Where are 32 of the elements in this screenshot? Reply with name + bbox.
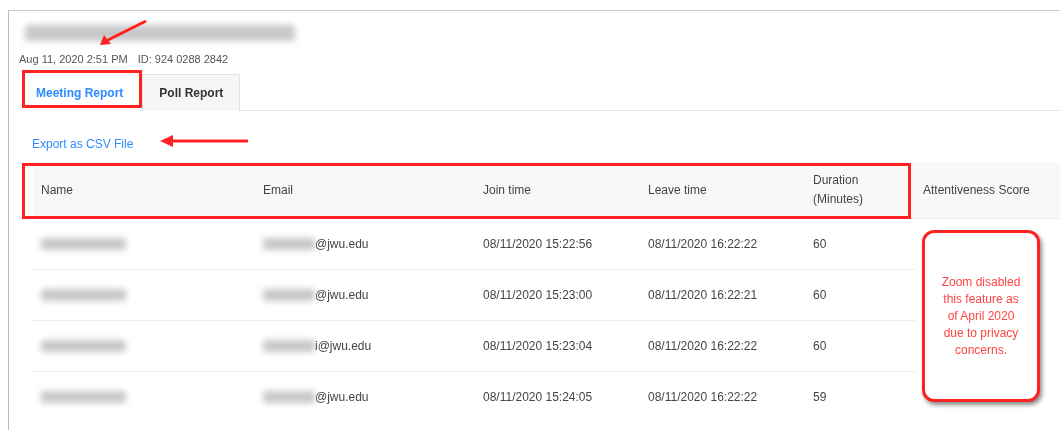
leave-time-cell: 08/11/2020 16:22:22	[648, 237, 758, 251]
column-header: Name	[41, 183, 73, 197]
join-time-cell: 08/11/2020 15:24:05	[483, 390, 593, 404]
email-cell: @jwu.edu	[315, 237, 369, 251]
export-link[interactable]: Export as CSV File	[32, 137, 134, 151]
duration-cell: 59	[813, 390, 827, 404]
join-time-cell: 08/11/2020 15:22:56	[483, 237, 593, 251]
blurred-text	[263, 391, 315, 403]
email-cell: i@jwu.edu	[315, 339, 372, 353]
duration-cell: 60	[813, 339, 827, 353]
blurred-text	[263, 238, 315, 250]
meeting-date: Aug 11, 2020 2:51 PM	[19, 53, 128, 65]
leave-time-cell: 08/11/2020 16:22:21	[648, 288, 758, 302]
blurred-text	[263, 340, 315, 352]
duration-cell: 60	[813, 237, 827, 251]
email-cell: @jwu.edu	[315, 288, 369, 302]
email-cell: @jwu.edu	[315, 390, 369, 404]
column-header: Join time	[483, 183, 532, 197]
arrow	[100, 19, 147, 45]
callout-note: Zoom disabled this feature as of April 2020 due to privacy concerns.	[922, 230, 1040, 402]
leave-time-cell: 08/11/2020 16:22:22	[648, 390, 758, 404]
blurred-text	[263, 289, 315, 301]
meeting-id: ID: 924 0288 2842	[137, 53, 229, 65]
column-header: Duration (Minutes)	[813, 172, 864, 208]
leave-time-cell: 08/11/2020 16:22:22	[648, 339, 758, 353]
join-time-cell: 08/11/2020 15:23:04	[483, 339, 593, 353]
column-header: Leave time	[648, 183, 707, 197]
tab[interactable]: Poll Report	[142, 74, 241, 111]
join-time-cell: 08/11/2020 15:23:00	[483, 288, 593, 302]
column-header: Email	[263, 183, 293, 197]
column-header: Attentiveness Score	[923, 183, 1030, 197]
duration-cell: 60	[813, 288, 827, 302]
